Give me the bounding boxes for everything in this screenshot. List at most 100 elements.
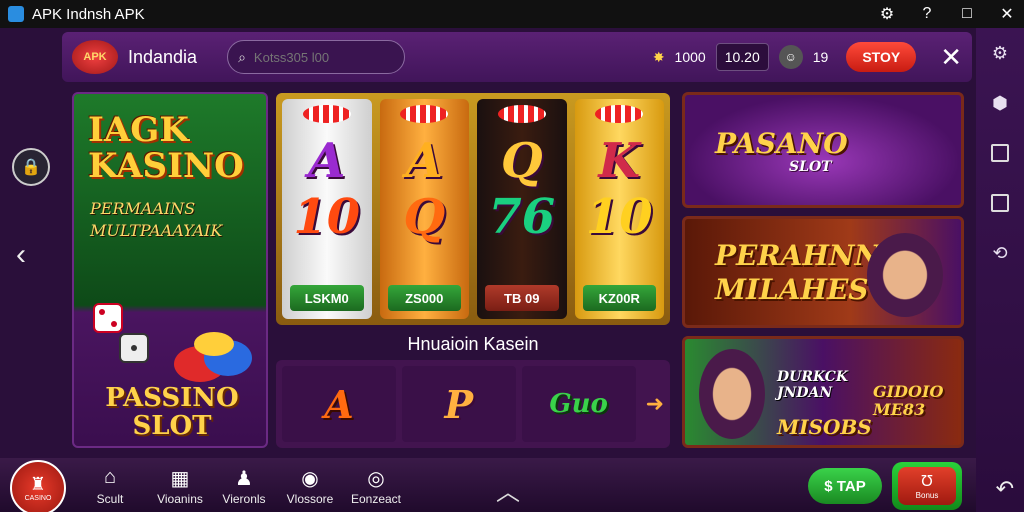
- nav-item[interactable]: ♟ Vieronls: [214, 466, 274, 508]
- promo-subtitle: MISOBS: [777, 415, 872, 439]
- game-tile-label: Guo: [549, 389, 608, 419]
- chip-icon: ◉: [301, 468, 319, 490]
- avatar[interactable]: ☺: [778, 45, 803, 69]
- game-row: A P Guo ➜: [276, 360, 670, 448]
- coins-count: 1000: [674, 49, 706, 65]
- reel-symbol-top: A: [405, 133, 443, 189]
- casino-banner[interactable]: IAGK KASINO PERMAAINS MULTPAAAYAIK PASSI…: [72, 92, 268, 448]
- target-icon: ◎: [367, 468, 385, 490]
- balance-display: 10.20: [715, 43, 769, 71]
- chip-icon: [595, 105, 644, 123]
- nav-label: Vlossore: [286, 492, 334, 506]
- gift-icon: Ʊ: [921, 472, 933, 490]
- settings-icon[interactable]: ⚙: [878, 5, 896, 23]
- slot-reel: Q 76 TB 09: [477, 99, 567, 319]
- nav-label: Scult: [96, 492, 124, 506]
- close-window-button[interactable]: ✕: [998, 5, 1016, 23]
- chip-icon: [302, 105, 351, 123]
- casino-home-button[interactable]: ♜ CASINO: [10, 460, 66, 512]
- slot-reel: A 10 LSKM0: [282, 99, 372, 319]
- hostess-image: [867, 233, 943, 317]
- game-tile[interactable]: A: [282, 366, 396, 442]
- coin-icon: ✸: [652, 48, 665, 65]
- back-arrow-icon[interactable]: ‹: [16, 238, 26, 272]
- gear-icon[interactable]: ⚙: [989, 42, 1011, 64]
- brand-name: Indandia: [128, 46, 198, 67]
- slot-reel: K 10 KZ00R: [574, 99, 664, 319]
- chip-icon: [497, 105, 546, 123]
- shield-icon[interactable]: ⬢: [989, 92, 1011, 114]
- reel-symbol-middle: 10: [293, 189, 361, 245]
- reel-symbol-middle: Q: [403, 189, 446, 245]
- banner-bottom-title: PASSINO SLOT: [105, 383, 239, 441]
- game-tile[interactable]: Guo: [521, 366, 636, 442]
- nav-item[interactable]: ◉ Vlossore: [280, 466, 340, 508]
- nav-label: Eonzeact: [350, 492, 402, 506]
- games-icon: ▦: [170, 468, 190, 490]
- nav-label: Vieronls: [222, 492, 266, 506]
- lock-icon[interactable]: 🔒: [12, 148, 50, 186]
- promo-card[interactable]: PASANO SLOT: [682, 92, 964, 208]
- reel-symbol-middle: 10: [585, 189, 653, 245]
- chevron-up-icon[interactable]: ︿: [496, 472, 520, 507]
- promo-card[interactable]: PERAHNN MILAHES: [682, 216, 964, 328]
- stop-button[interactable]: STOY: [846, 42, 917, 72]
- slot-machine[interactable]: A 10 LSKM0 A Q ZS000 Q 76 TB 09 K 10 KZ00R: [276, 93, 670, 325]
- reel-label[interactable]: KZ00R: [582, 285, 656, 311]
- app-icon: [8, 6, 24, 22]
- maximize-button[interactable]: □: [958, 5, 976, 23]
- arrow-right-icon[interactable]: ➜: [646, 391, 664, 417]
- promo-title: PERAHNN MILAHES: [715, 239, 881, 306]
- nav-item[interactable]: ◎ Eonzeact: [346, 466, 406, 508]
- reel-label[interactable]: TB 09: [485, 285, 559, 311]
- top-bar: APK Indandia ⌕ ✸ 1000 10.20 ☺ 19 STOY ✕: [62, 32, 972, 82]
- game-tile-label: A: [324, 381, 354, 427]
- game-tile-label: P: [444, 381, 474, 427]
- dice-icon: [93, 303, 149, 363]
- nav-item[interactable]: ▦ Vioanins: [150, 466, 210, 508]
- banner-subtitle: PERMAAINS MULTPAAAYAIK: [90, 199, 223, 240]
- bonus-button[interactable]: Ʊ Bonus: [892, 462, 962, 510]
- bonus-label: Bonus: [915, 490, 939, 500]
- close-icon[interactable]: ✕: [940, 42, 962, 73]
- back-icon[interactable]: ⟲: [989, 242, 1011, 264]
- reel-label[interactable]: LSKM0: [290, 285, 364, 311]
- emulator-sidebar: ⚙ ⬢ ⟲: [976, 28, 1024, 512]
- promo-title: DURKCK JNDAN: [777, 369, 849, 401]
- promo-title: PASANO: [715, 127, 848, 160]
- search-icon: ⌕: [238, 48, 246, 65]
- square-icon[interactable]: [989, 142, 1011, 164]
- home-label: CASINO: [24, 495, 52, 502]
- slot-reel: A Q ZS000: [379, 99, 469, 319]
- promo-card[interactable]: DURKCK JNDAN MISOBS GIDOIO ME83: [682, 336, 964, 448]
- player-icon: ♟: [235, 468, 253, 490]
- window-title: APK Indnsh APK: [32, 5, 145, 23]
- reel-symbol-top: K: [598, 133, 641, 189]
- chips-icon: [174, 332, 252, 382]
- promo-subtitle: SLOT: [789, 159, 832, 175]
- search-input[interactable]: [253, 49, 384, 65]
- nav-label: Vioanins: [157, 492, 203, 506]
- tap-button[interactable]: $ TAP: [808, 468, 882, 504]
- banner-title: IAGK KASINO: [88, 110, 244, 186]
- help-icon[interactable]: ?: [918, 5, 936, 23]
- app-logo: APK: [72, 40, 118, 74]
- section-title: Hnuaioin Kasein: [407, 334, 539, 354]
- bell-icon: ♜: [29, 474, 47, 494]
- square-icon[interactable]: [989, 192, 1011, 214]
- search-box[interactable]: ⌕: [227, 40, 406, 74]
- return-icon[interactable]: ↶: [996, 476, 1014, 502]
- reel-symbol-top: A: [308, 133, 346, 189]
- reel-symbol-middle: 76: [488, 189, 556, 245]
- level-count: 19: [812, 49, 829, 65]
- promo-badge: GIDOIO ME83: [873, 382, 944, 419]
- bottom-nav: ♜ CASINO ⌂ Scult ▦ Vioanins ♟ Vieronls ◉…: [0, 458, 976, 512]
- reel-symbol-top: Q: [500, 133, 543, 189]
- reel-label[interactable]: ZS000: [387, 285, 461, 311]
- window-titlebar: APK Indnsh APK ⚙ ? □ ✕: [0, 0, 1024, 28]
- game-tile[interactable]: P: [401, 366, 516, 442]
- nav-item[interactable]: ⌂ Scult: [80, 466, 140, 508]
- hostess-image: [699, 349, 765, 439]
- home-icon: ⌂: [103, 466, 117, 488]
- chip-icon: [400, 105, 449, 123]
